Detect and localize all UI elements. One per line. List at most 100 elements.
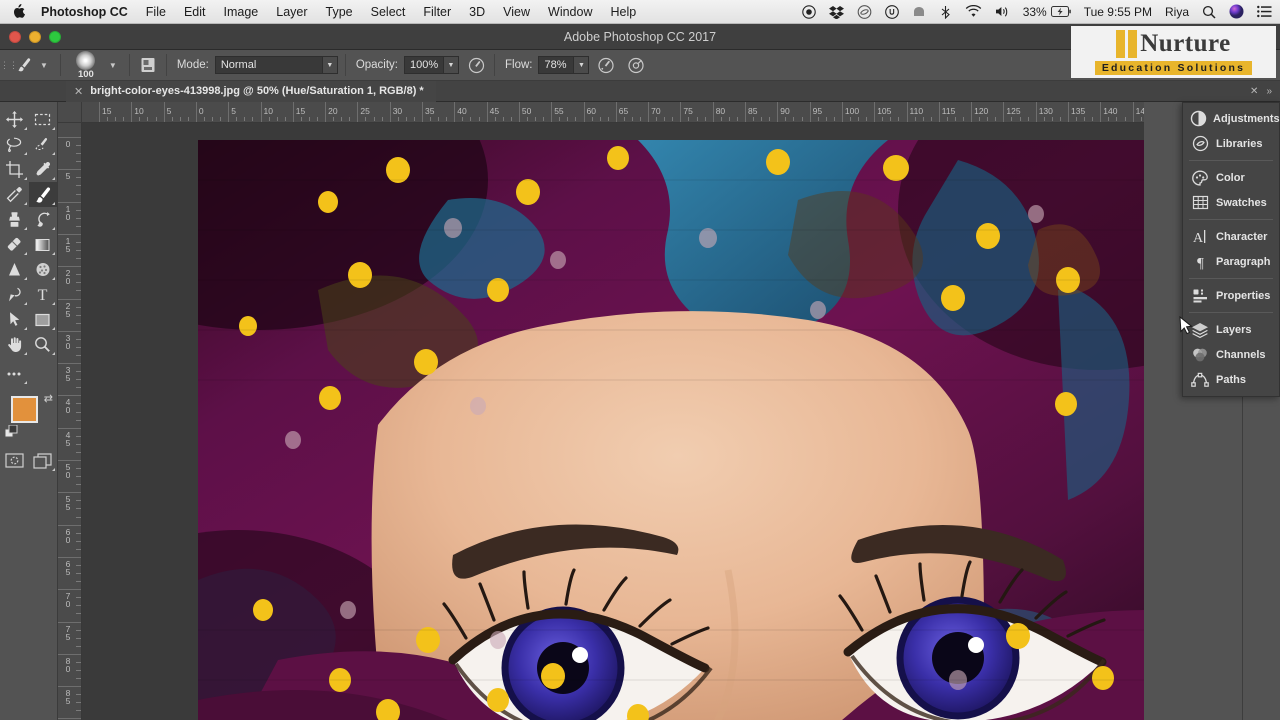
menu-file[interactable]: File <box>146 5 166 19</box>
rectangular-marquee-tool[interactable] <box>29 107 58 132</box>
eraser-tool[interactable] <box>0 232 29 257</box>
pen-tool[interactable] <box>0 282 29 307</box>
brush-tool-icon[interactable] <box>13 57 35 74</box>
opacity-input[interactable]: 100% ▼ <box>404 56 459 74</box>
ruler-minor-tick <box>769 117 770 121</box>
airbrush-icon[interactable] <box>595 57 617 74</box>
ruler-minor-tick <box>76 258 81 259</box>
crop-tool[interactable] <box>0 157 29 182</box>
brush-tool[interactable] <box>29 182 58 207</box>
menu-filter[interactable]: Filter <box>423 5 451 19</box>
ruler-minor-tick <box>76 468 81 469</box>
vertical-ruler[interactable]: 051015202530354045505560657075808590 <box>58 123 82 720</box>
foreground-color-swatch[interactable] <box>11 396 38 423</box>
close-tab-icon[interactable]: ✕ <box>74 85 83 98</box>
quick-mask-icon[interactable] <box>0 448 29 473</box>
move-tool[interactable] <box>0 107 29 132</box>
blur-tool[interactable] <box>0 257 29 282</box>
flyout-item-paths[interactable]: Paths <box>1183 367 1279 392</box>
quick-selection-tool[interactable] <box>29 132 58 157</box>
flyout-item-color[interactable]: Color <box>1183 165 1279 190</box>
wifi-icon[interactable] <box>965 5 982 18</box>
dropbox-icon[interactable] <box>829 5 844 19</box>
menu-window[interactable]: Window <box>548 5 592 19</box>
menu-view[interactable]: View <box>503 5 530 19</box>
ruler-minor-tick <box>1116 117 1117 121</box>
zoom-tool[interactable] <box>29 332 58 357</box>
eyedropper-tool[interactable] <box>29 157 58 182</box>
ruler-minor-tick <box>923 117 924 121</box>
document-tab[interactable]: ✕ bright-color-eyes-413998.jpg @ 50% (Hu… <box>66 81 436 102</box>
flyout-item-swatches[interactable]: Swatches <box>1183 190 1279 215</box>
history-brush-tool[interactable] <box>29 207 58 232</box>
ruler-origin[interactable] <box>58 102 82 123</box>
dodge-tool[interactable] <box>29 257 58 282</box>
panel-flyout-menu[interactable]: Adjustments Libraries Color Swatches A <box>1182 102 1280 397</box>
ruler-minor-tick <box>76 565 81 566</box>
flyout-item-adjustments[interactable]: Adjustments <box>1183 106 1279 131</box>
close-panel-icon[interactable]: ✕ <box>1250 86 1258 97</box>
gradient-tool[interactable] <box>29 232 58 257</box>
menu-select[interactable]: Select <box>371 5 406 19</box>
smoothing-icon[interactable] <box>625 57 647 74</box>
menu-help[interactable]: Help <box>611 5 637 19</box>
menu-image[interactable]: Image <box>224 5 259 19</box>
ruler-minor-tick <box>333 117 334 121</box>
battery-status[interactable]: 33% <box>1023 5 1071 19</box>
menu-layer[interactable]: Layer <box>276 5 307 19</box>
volume-icon[interactable] <box>995 5 1010 18</box>
spot-healing-brush-tool[interactable] <box>0 182 29 207</box>
flyout-item-libraries[interactable]: Libraries <box>1183 131 1279 156</box>
brush-preset-dropdown[interactable]: ▼ <box>109 61 117 70</box>
siri-icon[interactable] <box>1229 4 1244 19</box>
utorrent-icon[interactable] <box>885 5 899 19</box>
menu-type[interactable]: Type <box>326 5 353 19</box>
horizontal-ruler[interactable]: 1510505101520253035404550556065707580859… <box>82 102 1144 123</box>
menu-edit[interactable]: Edit <box>184 5 206 19</box>
default-colors-icon[interactable] <box>5 425 18 443</box>
menubar-app-name[interactable]: Photoshop CC <box>41 5 128 19</box>
menubar-user[interactable]: Riya <box>1165 5 1189 19</box>
search-icon[interactable] <box>1202 5 1216 19</box>
ruler-minor-tick <box>430 117 431 121</box>
swap-colors-icon[interactable]: ⇄ <box>44 392 53 405</box>
blend-mode-select[interactable]: Normal ▼ <box>215 56 338 74</box>
flow-input[interactable]: 78% ▼ <box>538 56 589 74</box>
ruler-minor-tick <box>656 117 657 121</box>
notification-center-icon[interactable] <box>1257 5 1272 18</box>
type-tool[interactable]: T <box>29 282 58 307</box>
canvas-area[interactable] <box>82 123 1144 720</box>
flyout-item-character[interactable]: A Character <box>1183 224 1279 249</box>
collapse-panels-icon[interactable]: » <box>1266 86 1272 97</box>
creative-cloud-icon[interactable] <box>857 5 872 19</box>
brush-preset-panel-icon[interactable] <box>137 56 159 74</box>
flyout-item-paragraph[interactable]: ¶ Paragraph <box>1183 249 1279 274</box>
flyout-item-layers[interactable]: Layers <box>1183 317 1279 342</box>
ruler-minor-tick <box>1044 117 1045 121</box>
flyout-item-properties[interactable]: Properties <box>1183 283 1279 308</box>
backup-icon[interactable] <box>912 5 926 19</box>
ruler-label: 60 <box>587 106 596 116</box>
pressure-opacity-icon[interactable] <box>465 57 487 74</box>
rectangle-tool[interactable] <box>29 307 58 332</box>
flyout-item-channels[interactable]: Channels <box>1183 342 1279 367</box>
bluetooth-icon[interactable] <box>939 5 952 19</box>
apple-icon[interactable] <box>12 4 25 19</box>
ruler-minor-tick <box>317 117 318 121</box>
lasso-tool[interactable] <box>0 132 29 157</box>
menu-3d[interactable]: 3D <box>469 5 485 19</box>
hand-tool[interactable] <box>0 332 29 357</box>
ruler-minor-tick <box>527 117 528 121</box>
menubar-clock[interactable]: Tue 9:55 PM <box>1084 5 1152 19</box>
edit-toolbar[interactable] <box>0 361 29 386</box>
ruler-minor-tick <box>76 420 81 421</box>
clone-stamp-tool[interactable] <box>0 207 29 232</box>
record-icon[interactable] <box>802 5 816 19</box>
brush-tool-dropdown[interactable]: ▼ <box>40 61 48 70</box>
brush-preset-picker[interactable]: 100 <box>68 50 104 80</box>
screen-mode-icon[interactable] <box>29 448 58 473</box>
path-selection-tool[interactable] <box>0 307 29 332</box>
options-bar-grip[interactable]: ⋮⋮ <box>0 60 13 71</box>
document-image[interactable] <box>198 140 1144 720</box>
ruler-minor-tick <box>1011 117 1012 121</box>
